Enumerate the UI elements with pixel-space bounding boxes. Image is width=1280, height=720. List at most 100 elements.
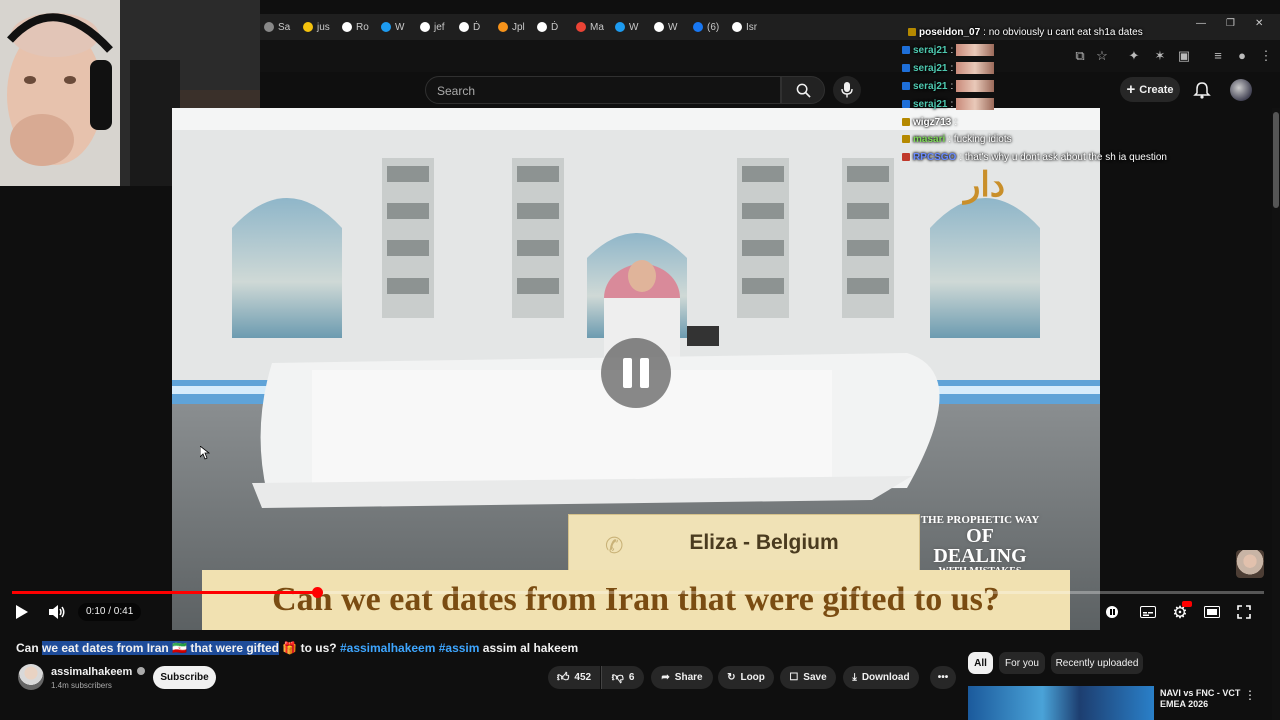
title-suffix: assim al hakeem bbox=[479, 641, 579, 655]
more-actions-button[interactable]: ••• bbox=[930, 666, 956, 689]
caption-text: Can we eat dates from Iran that were gif… bbox=[272, 581, 1000, 618]
share-button[interactable]: ➦ Share bbox=[651, 666, 713, 689]
recommended-more-icon[interactable]: ⋮ bbox=[1244, 688, 1256, 702]
fullscreen-button[interactable] bbox=[1234, 602, 1254, 622]
tab-label: Ḋ bbox=[551, 21, 559, 33]
chat-badge-icon bbox=[902, 100, 910, 108]
chat-emote-image bbox=[956, 62, 995, 74]
hd-badge bbox=[1182, 601, 1192, 607]
search-button[interactable] bbox=[781, 76, 825, 104]
channel-watermark[interactable] bbox=[1236, 550, 1264, 578]
thumbs-up-icon: 👍︎ bbox=[556, 670, 570, 684]
more-horizontal-icon: ••• bbox=[937, 672, 949, 683]
browser-tab[interactable]: Jpl bbox=[498, 14, 525, 40]
browser-tab[interactable]: Isr bbox=[732, 14, 757, 40]
chat-message: poseidon_07: no obviously u cant eat sh1… bbox=[908, 24, 1143, 40]
title-highlighted-text: we eat dates from Iran 🇮🇷 that were gift… bbox=[42, 641, 280, 655]
gift-emoji: 🎁 bbox=[282, 641, 298, 655]
subtitles-button[interactable] bbox=[1138, 602, 1158, 622]
tab-favicon-icon bbox=[381, 22, 391, 32]
loop-button[interactable]: ↻ Loop bbox=[718, 666, 774, 689]
tab-label: Ro bbox=[356, 21, 369, 33]
tab-label: Sa bbox=[278, 21, 291, 33]
video-player[interactable]: دار ✆ Eliza - Belgium THE PROPHETIC WAY … bbox=[172, 108, 1100, 630]
chat-message: seraj21: bbox=[902, 78, 995, 94]
chip-for-you[interactable]: For you bbox=[999, 652, 1045, 674]
progress-scrubber[interactable] bbox=[312, 587, 323, 598]
dislike-button[interactable]: 👎︎ 6 bbox=[601, 666, 644, 689]
chat-username: seraj21 bbox=[913, 44, 948, 56]
search-input[interactable] bbox=[435, 77, 769, 105]
chat-text: : bbox=[950, 44, 954, 56]
browser-tab[interactable]: Ḋ bbox=[537, 14, 558, 40]
browser-tab[interactable]: (6) bbox=[693, 14, 719, 40]
tab-label: Ma bbox=[590, 21, 604, 33]
volume-button[interactable] bbox=[47, 602, 67, 622]
hashtag-assimalhakeem[interactable]: #assimalhakeem bbox=[340, 641, 435, 655]
save-button[interactable]: ☐ Save bbox=[780, 666, 836, 689]
play-button[interactable] bbox=[12, 602, 32, 622]
chat-badge-icon bbox=[902, 46, 910, 54]
like-button[interactable]: 👍︎ 452 bbox=[548, 666, 600, 689]
settings-button[interactable]: ⚙ bbox=[1170, 601, 1192, 622]
subtitles-icon bbox=[1140, 606, 1156, 618]
chip-recently-uploaded[interactable]: Recently uploaded bbox=[1051, 652, 1143, 674]
browser-tab[interactable]: Sa bbox=[264, 14, 290, 40]
page-scrollbar-thumb[interactable] bbox=[1273, 112, 1279, 208]
video-title: Can we eat dates from Iran 🇮🇷 that were … bbox=[16, 641, 578, 657]
chat-username: seraj21 bbox=[913, 98, 948, 110]
chat-text: : that's why u dont ask about the sh ia … bbox=[959, 151, 1167, 163]
play-icon bbox=[16, 605, 28, 619]
thumbs-down-icon: 👎︎ bbox=[611, 670, 624, 684]
channel-name[interactable]: assimalhakeem bbox=[51, 666, 146, 678]
miniplayer-button[interactable] bbox=[1202, 602, 1222, 622]
chat-username: seraj21 bbox=[913, 62, 948, 74]
pause-overlay-button[interactable] bbox=[601, 338, 671, 408]
miniplayer-icon bbox=[1204, 606, 1220, 618]
channel-avatar[interactable] bbox=[18, 664, 44, 690]
tab-favicon-icon bbox=[576, 22, 586, 32]
bookmark-icon: ☐ bbox=[789, 672, 799, 683]
tab-label: W bbox=[629, 21, 639, 33]
chat-text: : bbox=[950, 98, 954, 110]
chat-emote-image bbox=[956, 44, 995, 56]
search-icon bbox=[796, 83, 811, 98]
chat-message: seraj21: bbox=[902, 60, 995, 76]
download-button[interactable]: ⤓ Download bbox=[843, 666, 919, 689]
chat-badge-icon bbox=[902, 153, 910, 161]
recommended-thumbnail[interactable] bbox=[968, 686, 1154, 720]
chat-username: seraj21 bbox=[913, 80, 948, 92]
autoplay-toggle[interactable] bbox=[1102, 602, 1122, 622]
browser-tab[interactable]: W bbox=[654, 14, 677, 40]
browser-tab[interactable]: W bbox=[615, 14, 638, 40]
browser-tab[interactable]: Ḋ bbox=[459, 14, 480, 40]
recommended-title[interactable]: NAVI vs FNC - VCT EMEA 2026 bbox=[1160, 688, 1250, 710]
channel-name-text[interactable]: assimalhakeem bbox=[51, 666, 132, 678]
chat-emote-image bbox=[956, 80, 995, 92]
caption-banner: Can we eat dates from Iran that were gif… bbox=[202, 570, 1070, 630]
volume-icon bbox=[49, 605, 65, 619]
subscribe-button[interactable]: Subscribe bbox=[153, 666, 216, 689]
browser-tab[interactable]: Ro bbox=[342, 14, 369, 40]
tab-label: (6) bbox=[707, 21, 720, 33]
tab-label: Jpl bbox=[512, 21, 525, 33]
browser-tab[interactable]: jef bbox=[420, 14, 445, 40]
browser-tab[interactable]: jus bbox=[303, 14, 330, 40]
browser-tab[interactable]: W bbox=[381, 14, 404, 40]
chat-text: : fucking idiots bbox=[948, 133, 1012, 145]
tab-label: jef bbox=[434, 21, 445, 33]
share-label: Share bbox=[674, 672, 703, 683]
download-label: Download bbox=[861, 672, 910, 683]
chat-badge-icon bbox=[902, 135, 910, 143]
chat-overlay: poseidon_07: no obviously u cant eat sh1… bbox=[898, 24, 1278, 174]
chip-all[interactable]: All bbox=[968, 652, 993, 674]
progress-bar-played bbox=[12, 591, 317, 594]
tab-favicon-icon bbox=[420, 22, 430, 32]
hashtag-assim[interactable]: #assim bbox=[439, 641, 480, 655]
browser-tab[interactable]: Ma bbox=[576, 14, 604, 40]
voice-search-button[interactable] bbox=[833, 76, 861, 104]
share-icon: ➦ bbox=[661, 672, 670, 683]
caller-nameplate: ✆ Eliza - Belgium bbox=[568, 514, 920, 572]
tab-favicon-icon bbox=[537, 22, 547, 32]
chat-emote-image bbox=[956, 98, 995, 110]
